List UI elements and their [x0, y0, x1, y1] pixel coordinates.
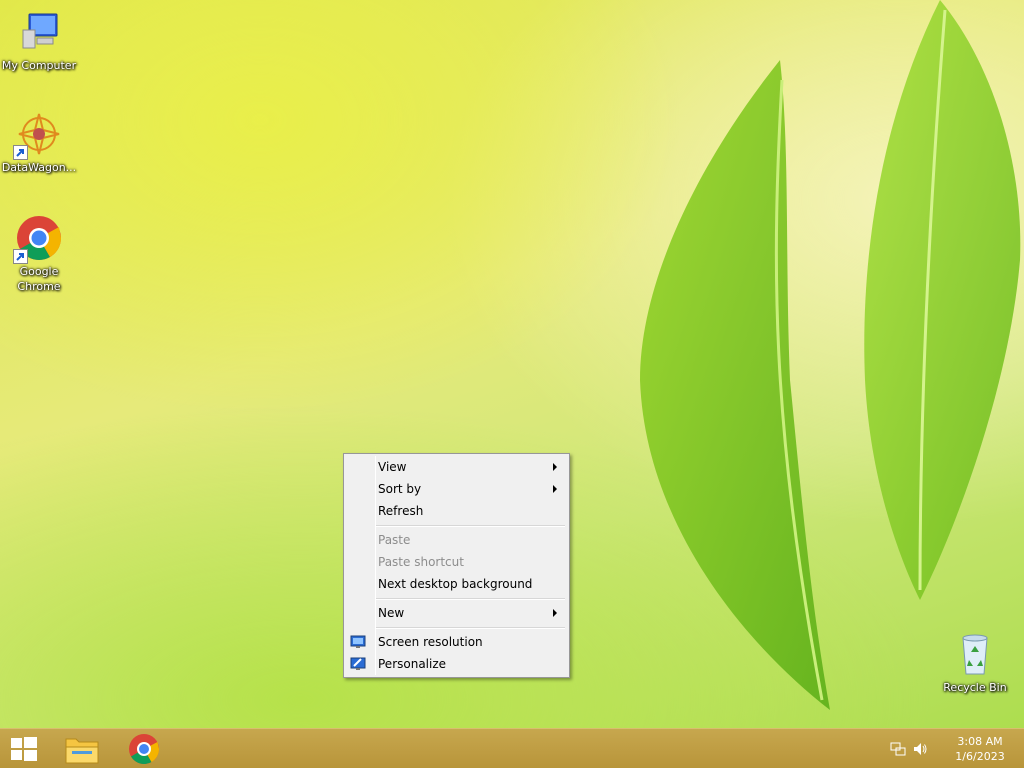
- desktop-icon-google-chrome[interactable]: Google Chrome: [0, 214, 78, 294]
- datawagon-icon: [13, 110, 63, 160]
- clock-date: 1/6/2023: [955, 750, 1005, 763]
- menu-item-paste-shortcut[interactable]: Paste shortcut: [346, 551, 567, 573]
- desktop-icon-label: DataWagon...: [1, 161, 77, 174]
- menu-item-personalize[interactable]: Personalize: [346, 653, 567, 675]
- menu-separator: [346, 595, 567, 602]
- menu-item-label: Paste: [378, 533, 411, 547]
- menu-item-label: Screen resolution: [378, 635, 483, 649]
- taskbar: 3:08 AM 1/6/2023: [0, 728, 1024, 768]
- desktop-icon-label: Google Chrome: [17, 265, 61, 293]
- menu-item-next-desktop-background[interactable]: Next desktop background: [346, 573, 567, 595]
- submenu-arrow-icon: [553, 609, 557, 617]
- clock[interactable]: 3:08 AM 1/6/2023: [950, 734, 1010, 764]
- menu-item-view[interactable]: View: [346, 456, 567, 478]
- desktop-icon-label: My Computer: [1, 59, 77, 72]
- menu-item-paste[interactable]: Paste: [346, 529, 567, 551]
- menu-item-new[interactable]: New: [346, 602, 567, 624]
- windows-logo-icon: [11, 737, 37, 761]
- network-icon[interactable]: [890, 741, 906, 757]
- menu-item-label: Refresh: [378, 504, 424, 518]
- menu-item-screen-resolution[interactable]: Screen resolution: [346, 631, 567, 653]
- menu-separator: [346, 522, 567, 529]
- submenu-arrow-icon: [553, 485, 557, 493]
- personalize-icon: [350, 656, 366, 672]
- desktop-icon-label: Recycle Bin: [943, 681, 1007, 694]
- volume-icon[interactable]: [912, 741, 928, 757]
- menu-item-label: View: [378, 460, 407, 474]
- desktop-icon-recycle-bin[interactable]: Recycle Bin: [936, 630, 1014, 695]
- menu-separator: [346, 624, 567, 631]
- desktop[interactable]: My Computer DataWagon... Google Chrome R…: [0, 0, 1024, 728]
- menu-item-label: Next desktop background: [378, 577, 533, 591]
- menu-item-label: New: [378, 606, 405, 620]
- desktop-icon-datawagon[interactable]: DataWagon...: [0, 110, 78, 175]
- menu-item-label: Sort by: [378, 482, 422, 496]
- chrome-icon: [129, 734, 159, 765]
- menu-item-refresh[interactable]: Refresh: [346, 500, 567, 522]
- screen-resolution-icon: [350, 634, 366, 650]
- menu-item-sort-by[interactable]: Sort by: [346, 478, 567, 500]
- system-tray: 3:08 AM 1/6/2023: [884, 729, 1024, 768]
- shortcut-arrow-icon: [13, 145, 28, 160]
- file-explorer-icon: [65, 738, 99, 764]
- menu-item-label: Personalize: [378, 657, 447, 671]
- desktop-context-menu: View Sort by Refresh Paste Paste shortcu…: [343, 453, 570, 678]
- chrome-icon: [13, 214, 63, 264]
- submenu-arrow-icon: [553, 463, 557, 471]
- clock-time: 3:08 AM: [957, 735, 1003, 748]
- taskbar-file-explorer[interactable]: [58, 729, 106, 768]
- shortcut-arrow-icon: [13, 249, 28, 264]
- menu-item-label: Paste shortcut: [378, 555, 464, 569]
- desktop-icon-my-computer[interactable]: My Computer: [0, 8, 78, 73]
- recycle-bin-icon: [951, 630, 999, 678]
- start-button[interactable]: [0, 729, 48, 768]
- taskbar-google-chrome[interactable]: [120, 729, 168, 768]
- computer-icon: [15, 8, 63, 56]
